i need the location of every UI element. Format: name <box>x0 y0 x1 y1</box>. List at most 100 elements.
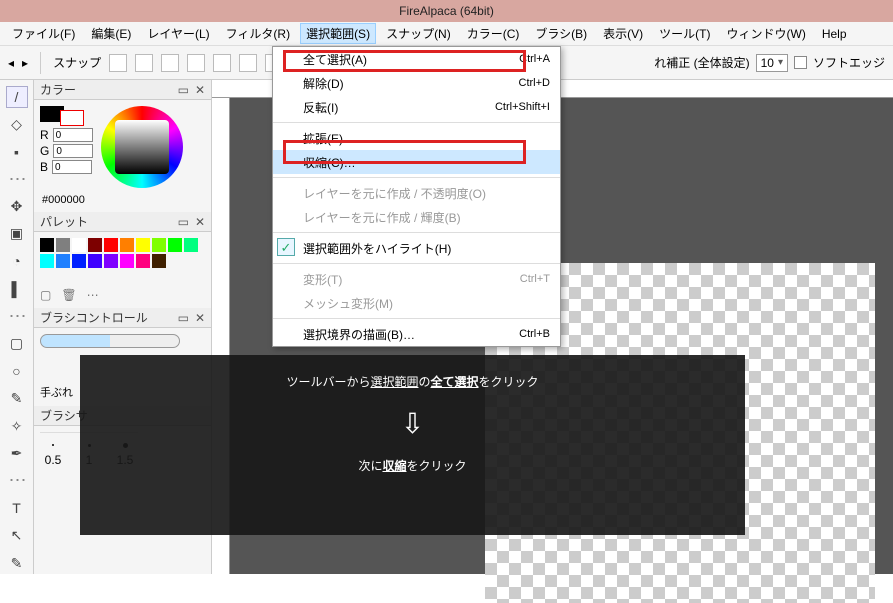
palette-swatch[interactable] <box>104 238 118 252</box>
softedge-checkbox[interactable] <box>794 56 807 69</box>
palette-swatch[interactable] <box>56 254 70 268</box>
menu-snap[interactable]: スナップ(N) <box>380 23 457 44</box>
object-tool[interactable]: ↖ <box>6 525 28 547</box>
move-tool[interactable]: ✥ <box>6 196 28 218</box>
panel-close-icon[interactable]: ✕ <box>195 215 205 229</box>
snap-para-button[interactable] <box>135 54 153 72</box>
down-arrow-icon: ⇩ <box>104 402 721 447</box>
select-menu-dropdown: 全て選択(A)Ctrl+A 解除(D)Ctrl+D 反転(I)Ctrl+Shif… <box>272 46 561 347</box>
snap-circle-button[interactable] <box>239 54 257 72</box>
check-icon: ✓ <box>277 238 295 256</box>
correction-select[interactable]: 10▾ <box>756 54 788 72</box>
annotation-overlay: ツールバーから選択範囲の全て選択をクリック ⇩ 次に収縮をクリック <box>80 355 745 535</box>
panel-close-icon[interactable]: ✕ <box>195 83 205 97</box>
menu-edit[interactable]: 編集(E) <box>85 23 137 44</box>
menuitem-deselect[interactable]: 解除(D)Ctrl+D <box>273 71 560 95</box>
menuitem-invert[interactable]: 反転(I)Ctrl+Shift+I <box>273 95 560 119</box>
menuitem-highlight-outside[interactable]: ✓選択範囲外をハイライト(H) <box>273 236 560 260</box>
select-ellipse-tool[interactable]: ○ <box>6 360 28 382</box>
bucket-tool[interactable]: ◔ <box>6 251 28 273</box>
menuitem-layer-luminance: レイヤーを元に作成 / 輝度(B) <box>273 205 560 229</box>
tool-sep-icon: ⋯ <box>9 306 25 327</box>
menu-bar: ファイル(F) 編集(E) レイヤー(L) フィルタ(R) 選択範囲(S) スナ… <box>0 22 893 46</box>
r-input[interactable] <box>53 128 93 142</box>
palette-swatch[interactable] <box>152 254 166 268</box>
menu-tool[interactable]: ツール(T) <box>653 23 716 44</box>
menuitem-select-all[interactable]: 全て選択(A)Ctrl+A <box>273 47 560 71</box>
panel-close-icon[interactable]: ✕ <box>195 311 205 325</box>
panel-undock-icon[interactable]: ▭ <box>178 83 189 97</box>
snap-radial-button[interactable] <box>213 54 231 72</box>
palette-swatch[interactable] <box>152 238 166 252</box>
correction-label: れ補正 (全体設定) <box>654 54 749 71</box>
text-tool[interactable]: T <box>6 497 28 519</box>
palette-swatches[interactable] <box>40 238 200 268</box>
palette-swatch[interactable] <box>88 254 102 268</box>
menuitem-contract[interactable]: 収縮(C)… <box>273 150 560 174</box>
snap-grid-button[interactable] <box>161 54 179 72</box>
palette-swatch[interactable] <box>104 254 118 268</box>
snap-off-button[interactable] <box>109 54 127 72</box>
palette-swatch[interactable] <box>72 254 86 268</box>
hex-value: #000000 <box>34 194 211 212</box>
palette-delete-icon[interactable]: 🗑 <box>61 288 76 302</box>
palette-swatch[interactable] <box>168 238 182 252</box>
panel-undock-icon[interactable]: ▭ <box>178 311 189 325</box>
panel-undock-icon[interactable]: ▭ <box>178 215 189 229</box>
menu-file[interactable]: ファイル(F) <box>6 23 81 44</box>
eyedropper-tool[interactable]: ✎ <box>6 552 28 574</box>
brush-size-slider[interactable] <box>40 334 180 348</box>
nav-next-icon[interactable]: ▸ <box>22 56 28 70</box>
brush-size-value[interactable]: 0.5 <box>45 453 62 467</box>
menuitem-expand[interactable]: 拡張(E) <box>273 126 560 150</box>
color-wheel[interactable] <box>101 106 183 188</box>
menuitem-transform: 変形(T)Ctrl+T <box>273 267 560 291</box>
menu-color[interactable]: カラー(C) <box>461 23 526 44</box>
magicwand-tool[interactable]: ✧ <box>6 415 28 437</box>
nav-prev-icon[interactable]: ◂ <box>8 56 14 70</box>
lasso-tool[interactable]: ✎ <box>6 388 28 410</box>
palette-swatch[interactable] <box>56 238 70 252</box>
selectpen-tool[interactable]: ✒ <box>6 443 28 465</box>
palette-swatch[interactable] <box>120 254 134 268</box>
palette-swatch[interactable] <box>72 238 86 252</box>
palette-swatch[interactable] <box>184 238 198 252</box>
palette-swatch[interactable] <box>40 254 54 268</box>
gradient-tool[interactable]: ▌ <box>6 278 28 300</box>
eraser-tool[interactable]: ◇ <box>6 114 28 136</box>
b-input[interactable] <box>52 160 92 174</box>
palette-swatch[interactable] <box>136 238 150 252</box>
palette-swatch[interactable] <box>88 238 102 252</box>
tool-palette: / ◇ ▪ ⋯ ✥ ▣ ◔ ▌ ⋯ ▢ ○ ✎ ✧ ✒ ⋯ T ↖ ✎ <box>0 80 34 574</box>
menu-help[interactable]: Help <box>816 25 853 43</box>
bg-swatch[interactable] <box>60 110 84 126</box>
tool-sep-icon: ⋯ <box>9 169 25 190</box>
snap-persp-button[interactable] <box>187 54 205 72</box>
menu-view[interactable]: 表示(V) <box>597 23 649 44</box>
palette-more-icon[interactable]: ⋯ <box>87 288 99 302</box>
palette-add-icon[interactable]: ▢ <box>40 288 51 302</box>
menuitem-layer-opacity: レイヤーを元に作成 / 不透明度(O) <box>273 181 560 205</box>
palette-panel-header: パレット ▭✕ <box>34 212 211 232</box>
palette-swatch[interactable] <box>120 238 134 252</box>
menu-select[interactable]: 選択範囲(S) <box>300 23 376 44</box>
color-panel-header: カラー ▭✕ <box>34 80 211 100</box>
g-input[interactable] <box>53 144 93 158</box>
softedge-label: ソフトエッジ <box>813 54 885 71</box>
brushcontrol-panel-header: ブラシコントロール ▭✕ <box>34 308 211 328</box>
brush-tool[interactable]: / <box>6 86 28 108</box>
menu-brush[interactable]: ブラシ(B) <box>529 23 593 44</box>
palette-swatch[interactable] <box>40 238 54 252</box>
dot-tool[interactable]: ▪ <box>6 141 28 163</box>
menuitem-mesh-transform: メッシュ変形(M) <box>273 291 560 315</box>
menu-filter[interactable]: フィルタ(R) <box>220 23 296 44</box>
menuitem-draw-border[interactable]: 選択境界の描画(B)…Ctrl+B <box>273 322 560 346</box>
snap-label: スナップ <box>53 54 101 71</box>
menu-layer[interactable]: レイヤー(L) <box>141 23 215 44</box>
palette-swatch[interactable] <box>136 254 150 268</box>
select-rect-tool[interactable]: ▢ <box>6 333 28 355</box>
tool-sep-icon: ⋯ <box>9 470 25 491</box>
menu-window[interactable]: ウィンドウ(W) <box>721 23 812 44</box>
window-titlebar: FireAlpaca (64bit) <box>0 0 893 22</box>
fill-tool[interactable]: ▣ <box>6 223 28 245</box>
